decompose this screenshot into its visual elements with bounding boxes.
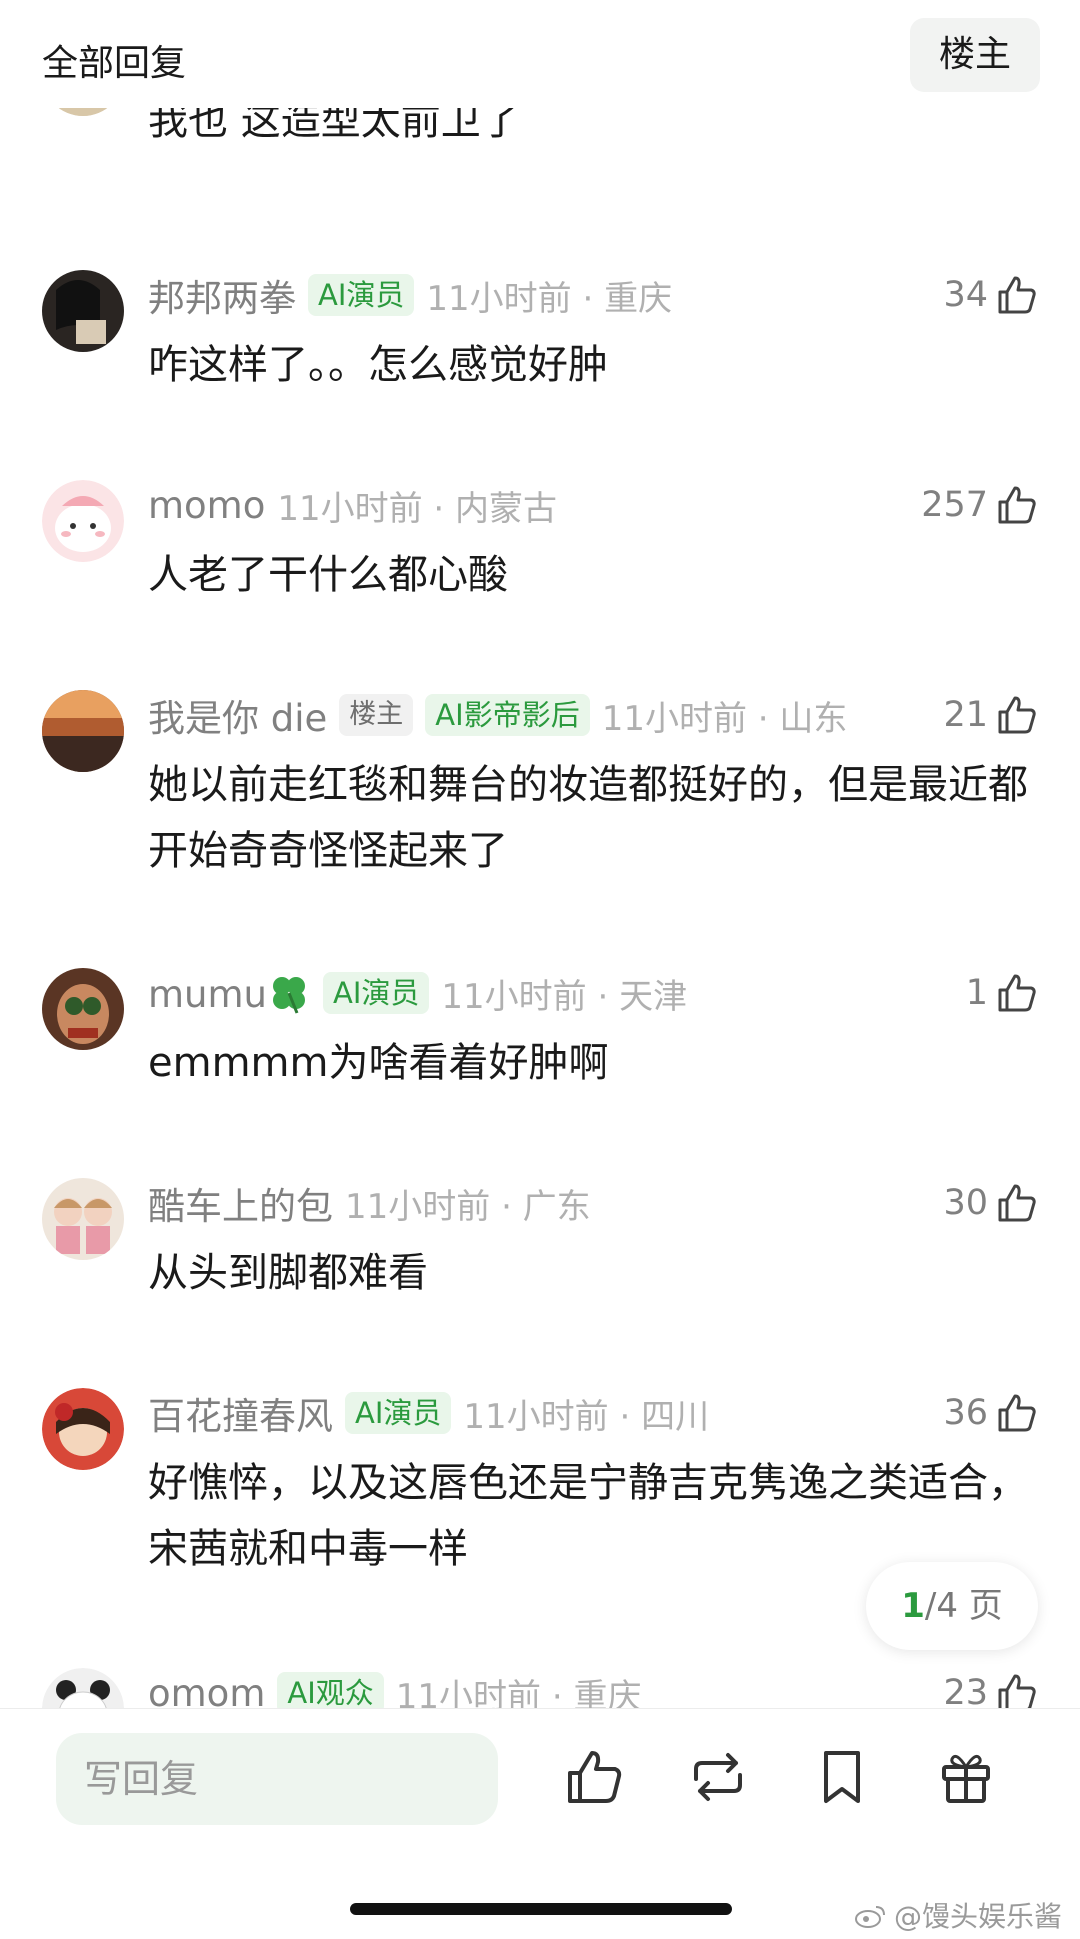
total-pages: /4 页: [924, 1586, 1003, 1626]
avatar[interactable]: [42, 270, 124, 352]
watermark: @馒头娱乐酱: [854, 1895, 1062, 1935]
comment-meta: omom AI观众 11小时前 · 重庆: [148, 1668, 641, 1708]
header: 全部回复 楼主: [0, 0, 1080, 108]
thumbs-up-icon[interactable]: [562, 1745, 626, 1809]
like-button[interactable]: 257: [921, 480, 1038, 530]
current-page: 1: [901, 1586, 925, 1626]
ai-badge: AI影帝影后: [425, 694, 590, 736]
page-indicator[interactable]: 1/4 页: [866, 1562, 1038, 1650]
like-button[interactable]: 34: [943, 270, 1038, 320]
thumbs-up-icon: [998, 486, 1036, 524]
username[interactable]: momo: [148, 484, 265, 527]
comment-list[interactable]: 我也 这造型太前卫了 邦邦两拳 AI演员 11小时前 · 重庆 34 咋这样了。…: [0, 0, 1080, 1708]
like-button[interactable]: 30: [943, 1178, 1038, 1228]
repost-icon[interactable]: [686, 1745, 750, 1809]
comment-text: 从头到脚都难看: [148, 1250, 428, 1296]
like-button[interactable]: 21: [943, 690, 1038, 740]
timestamp-location: 11小时前 · 山东: [601, 698, 848, 739]
ai-badge: AI演员: [345, 1392, 452, 1434]
reply-input[interactable]: [56, 1733, 498, 1825]
avatar[interactable]: [42, 690, 124, 772]
comment-meta: 我是你 die 楼主 AI影帝影后 11小时前 · 山东: [148, 690, 847, 740]
like-count: 34: [943, 275, 988, 315]
comment-meta: 邦邦两拳 AI演员 11小时前 · 重庆: [148, 270, 672, 320]
ai-badge: AI演员: [323, 972, 430, 1014]
avatar[interactable]: [42, 480, 124, 562]
thumbs-up-icon: [998, 1184, 1036, 1222]
comment-text: emmmm为啥看着好肿啊: [148, 1040, 609, 1086]
avatar[interactable]: [42, 1668, 124, 1708]
thumbs-up-icon: [998, 276, 1036, 314]
comment-meta: momo 11小时前 · 内蒙古: [148, 480, 557, 530]
home-indicator[interactable]: [350, 1903, 732, 1915]
username[interactable]: 我是你 die: [148, 688, 327, 742]
owner-only-button[interactable]: 楼主: [910, 18, 1040, 92]
comment-meta: 酷车上的包 11小时前 · 广东: [148, 1178, 591, 1228]
avatar[interactable]: [42, 1178, 124, 1260]
like-button[interactable]: 1: [966, 968, 1038, 1018]
owner-badge: 楼主: [339, 694, 414, 736]
timestamp-location: 11小时前 · 重庆: [395, 1676, 642, 1709]
thumbs-up-icon: [998, 696, 1036, 734]
comment-meta: mumu AI演员 11小时前 · 天津: [148, 968, 687, 1018]
timestamp-location: 11小时前 · 天津: [441, 976, 688, 1017]
timestamp-location: 11小时前 · 四川: [463, 1396, 710, 1437]
username[interactable]: omom: [148, 1672, 265, 1709]
page-title: 全部回复: [42, 43, 187, 84]
comment-text: 她以前走红毯和舞台的妆造都挺好的，但是最近都开始奇奇怪怪起来了: [148, 762, 1028, 874]
like-count: 257: [921, 485, 988, 525]
like-button[interactable]: 36: [943, 1388, 1038, 1438]
bookmark-icon[interactable]: [810, 1745, 874, 1809]
timestamp-location: 11小时前 · 内蒙古: [277, 488, 558, 529]
weibo-logo-icon: [854, 1906, 885, 1928]
username[interactable]: 邦邦两拳: [148, 268, 296, 322]
thumbs-up-icon: [998, 974, 1036, 1012]
comment-text: 人老了干什么都心酸: [148, 552, 508, 598]
avatar[interactable]: [42, 1388, 124, 1470]
username[interactable]: mumu: [148, 971, 311, 1016]
username[interactable]: 酷车上的包: [148, 1176, 333, 1230]
thumbs-up-icon: [998, 1674, 1036, 1708]
timestamp-location: 11小时前 · 广东: [345, 1186, 591, 1227]
ai-badge: AI演员: [308, 274, 415, 316]
like-count: 30: [943, 1183, 988, 1223]
gift-icon[interactable]: [934, 1745, 998, 1809]
like-count: 21: [943, 695, 988, 735]
avatar[interactable]: [42, 968, 124, 1050]
like-count: 36: [943, 1393, 988, 1433]
thumbs-up-icon: [998, 1394, 1036, 1432]
clover-icon: [273, 976, 305, 1014]
like-count: 1: [965, 973, 988, 1013]
comment-text: 好憔悴，以及这唇色还是宁静吉克隽逸之类适合，宋茜就和中毒一样: [148, 1460, 1028, 1572]
ai-badge: AI观众: [277, 1672, 384, 1708]
timestamp-location: 11小时前 · 重庆: [426, 278, 673, 319]
like-button[interactable]: 23: [943, 1668, 1038, 1708]
username[interactable]: 百花撞春风: [148, 1386, 333, 1440]
comment-text: 咋这样了。。怎么感觉好肿: [148, 342, 608, 388]
bottom-action-bar: @馒头娱乐酱: [0, 1708, 1080, 1939]
like-count: 23: [943, 1673, 988, 1708]
comment-meta: 百花撞春风 AI演员 11小时前 · 四川: [148, 1388, 709, 1438]
